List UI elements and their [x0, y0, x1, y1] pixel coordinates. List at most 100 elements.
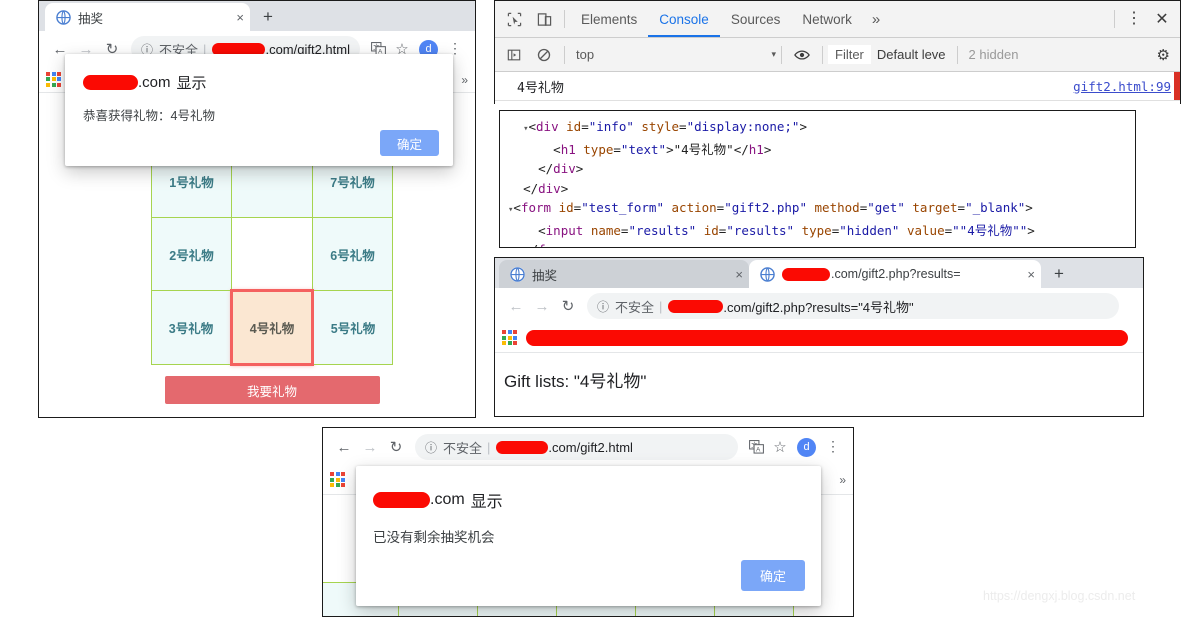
console-filter-input[interactable]: Filter — [828, 45, 871, 64]
get-gift-button[interactable]: 我要礼物 — [164, 376, 380, 404]
code-line[interactable]: </div> — [500, 159, 1135, 179]
html-source-code: ▾<div id="info" style="display:none;"> <… — [500, 111, 1135, 247]
code-line[interactable]: <h1 type="text">"4号礼物"</h1> — [500, 140, 1135, 160]
toolbar-divider-2 — [1114, 10, 1115, 28]
translate-icon[interactable]: 文 A — [744, 435, 768, 459]
watermark-text: https://dengxj.blog.csdn.net — [983, 589, 1136, 603]
bookmark-star-icon[interactable]: ☆ — [768, 435, 792, 459]
code-token: </ — [523, 180, 539, 196]
browser-menu-icon[interactable]: ⋮ — [821, 435, 845, 459]
bookmarks-overflow-icon[interactable]: » — [461, 73, 468, 87]
clear-console-icon[interactable] — [529, 40, 559, 70]
code-token: id — [558, 200, 574, 215]
dialog-ok-button[interactable]: 确定 — [741, 560, 805, 591]
omnibox-separator: | — [659, 298, 663, 314]
filterbar-divider-2 — [781, 45, 782, 64]
site-info-icon[interactable]: ⓘ — [425, 439, 437, 456]
tab-close-icon[interactable]: × — [1017, 268, 1035, 281]
tab-lottery-2[interactable]: 抽奖 × — [499, 260, 749, 288]
code-line[interactable]: <input name="results" id="results" type=… — [500, 221, 1135, 241]
device-toolbar-icon[interactable] — [529, 4, 559, 34]
code-token: "_blank" — [965, 200, 1026, 215]
tab-elements[interactable]: Elements — [570, 1, 648, 37]
gift-cell-selected[interactable]: 4号礼物 — [230, 289, 314, 366]
browser-window-result: 抽奖 × .com/gift2.php?results= × + ← → ↻ ⓘ… — [494, 257, 1144, 417]
code-token: target — [912, 200, 958, 215]
bookmarks-bar-2 — [495, 324, 1143, 353]
code-token: "text" — [620, 141, 667, 157]
forward-button[interactable]: → — [357, 434, 383, 460]
dialog-origin-suffix: .com — [138, 74, 171, 91]
devtools-menu-icon[interactable]: ⋮ — [1120, 10, 1148, 26]
address-bar-3[interactable]: ⓘ 不安全 | .com/gift2.html — [415, 434, 738, 460]
tab-close-icon[interactable]: × — [725, 268, 743, 281]
browser-window-no-chance: ← → ↻ ⓘ 不安全 | .com/gift2.html 文 A ☆ d ⋮ — [322, 427, 854, 617]
code-token: > — [1027, 222, 1035, 238]
devtools-tabbar: Elements Console Sources Network » ⋮ ✕ — [495, 1, 1180, 38]
dialog-title-suffix: 显示 — [176, 75, 207, 92]
gift-cell[interactable]: 6号礼物 — [312, 217, 393, 291]
reload-button[interactable]: ↻ — [555, 293, 581, 319]
site-info-icon[interactable]: ⓘ — [597, 298, 609, 315]
js-alert-dialog-no-chance: .com 显示 已没有剩余抽奖机会 确定 — [356, 466, 821, 606]
code-token: "hidden" — [839, 222, 900, 238]
url-text: .com/gift2.html — [548, 439, 633, 455]
console-context-selector[interactable]: top ▾ — [570, 47, 776, 62]
code-line[interactable]: ▾<form id="test_form" action="gift2.php"… — [500, 198, 1135, 221]
code-token: > — [666, 141, 674, 157]
code-line[interactable]: </div> — [500, 179, 1135, 199]
tab-gift-result[interactable]: .com/gift2.php?results= × — [749, 260, 1041, 288]
tab-lottery[interactable]: 抽奖 × — [45, 3, 250, 31]
gift-cell[interactable]: 2号礼物 — [151, 217, 232, 291]
console-message-text: 4号礼物 — [517, 80, 564, 96]
code-line[interactable]: </form> — [500, 240, 1135, 247]
code-token: </ — [538, 161, 554, 176]
code-token: id — [566, 119, 582, 134]
tab-sources[interactable]: Sources — [720, 1, 792, 37]
tabstrip-empty-area — [282, 1, 475, 31]
tab-close-icon[interactable]: × — [226, 11, 244, 24]
code-line[interactable]: ▾<div id="info" style="display:none;"> — [500, 117, 1135, 140]
new-tab-button[interactable]: + — [1045, 261, 1073, 287]
console-message-source-link[interactable]: gift2.html:99 — [1073, 79, 1171, 94]
bookmarks-overflow-icon[interactable]: » — [839, 473, 846, 487]
svg-text:A: A — [755, 446, 760, 453]
reload-button[interactable]: ↻ — [383, 434, 409, 460]
console-sidebar-icon[interactable] — [499, 40, 529, 70]
code-token: div — [553, 161, 576, 176]
console-level-selector[interactable]: Default leve — [871, 47, 952, 62]
tab-console[interactable]: Console — [648, 1, 720, 37]
back-button[interactable]: ← — [331, 434, 357, 460]
apps-grid-icon[interactable] — [330, 472, 346, 488]
code-token: "get" — [867, 200, 905, 215]
devtools-panel: Elements Console Sources Network » ⋮ ✕ t… — [494, 0, 1181, 104]
code-token: </ — [733, 141, 749, 157]
back-button[interactable]: ← — [503, 293, 529, 319]
code-token: < — [528, 119, 537, 134]
tab-network[interactable]: Network — [791, 1, 863, 37]
apps-grid-icon[interactable] — [502, 330, 518, 346]
inspect-element-icon[interactable] — [499, 4, 529, 34]
code-token: = — [613, 141, 621, 157]
dialog-title: .com 显示 — [356, 466, 821, 512]
devtools-close-icon[interactable]: ✕ — [1148, 9, 1176, 29]
more-tabs-icon[interactable]: » — [863, 11, 889, 28]
toolbar-divider — [564, 10, 565, 28]
new-tab-button[interactable]: + — [254, 4, 282, 30]
apps-grid-icon[interactable] — [46, 71, 62, 88]
console-message-row[interactable]: 4号礼物 gift2.html:99 — [495, 72, 1180, 101]
dialog-ok-button[interactable]: 确定 — [380, 130, 439, 156]
gear-icon[interactable]: ⚙ — [1157, 46, 1170, 64]
gift-cell[interactable]: 5号礼物 — [312, 290, 393, 365]
code-token: action — [671, 200, 717, 215]
address-bar-2[interactable]: ⓘ 不安全 | .com/gift2.php?results="4号礼物" — [587, 293, 1119, 319]
filterbar-divider-3 — [822, 45, 823, 64]
gift-cell[interactable]: 3号礼物 — [151, 290, 232, 365]
code-token: < — [538, 222, 546, 238]
live-expression-eye-icon[interactable] — [787, 40, 817, 70]
forward-button[interactable]: → — [529, 293, 555, 319]
profile-avatar[interactable]: d — [797, 437, 816, 457]
